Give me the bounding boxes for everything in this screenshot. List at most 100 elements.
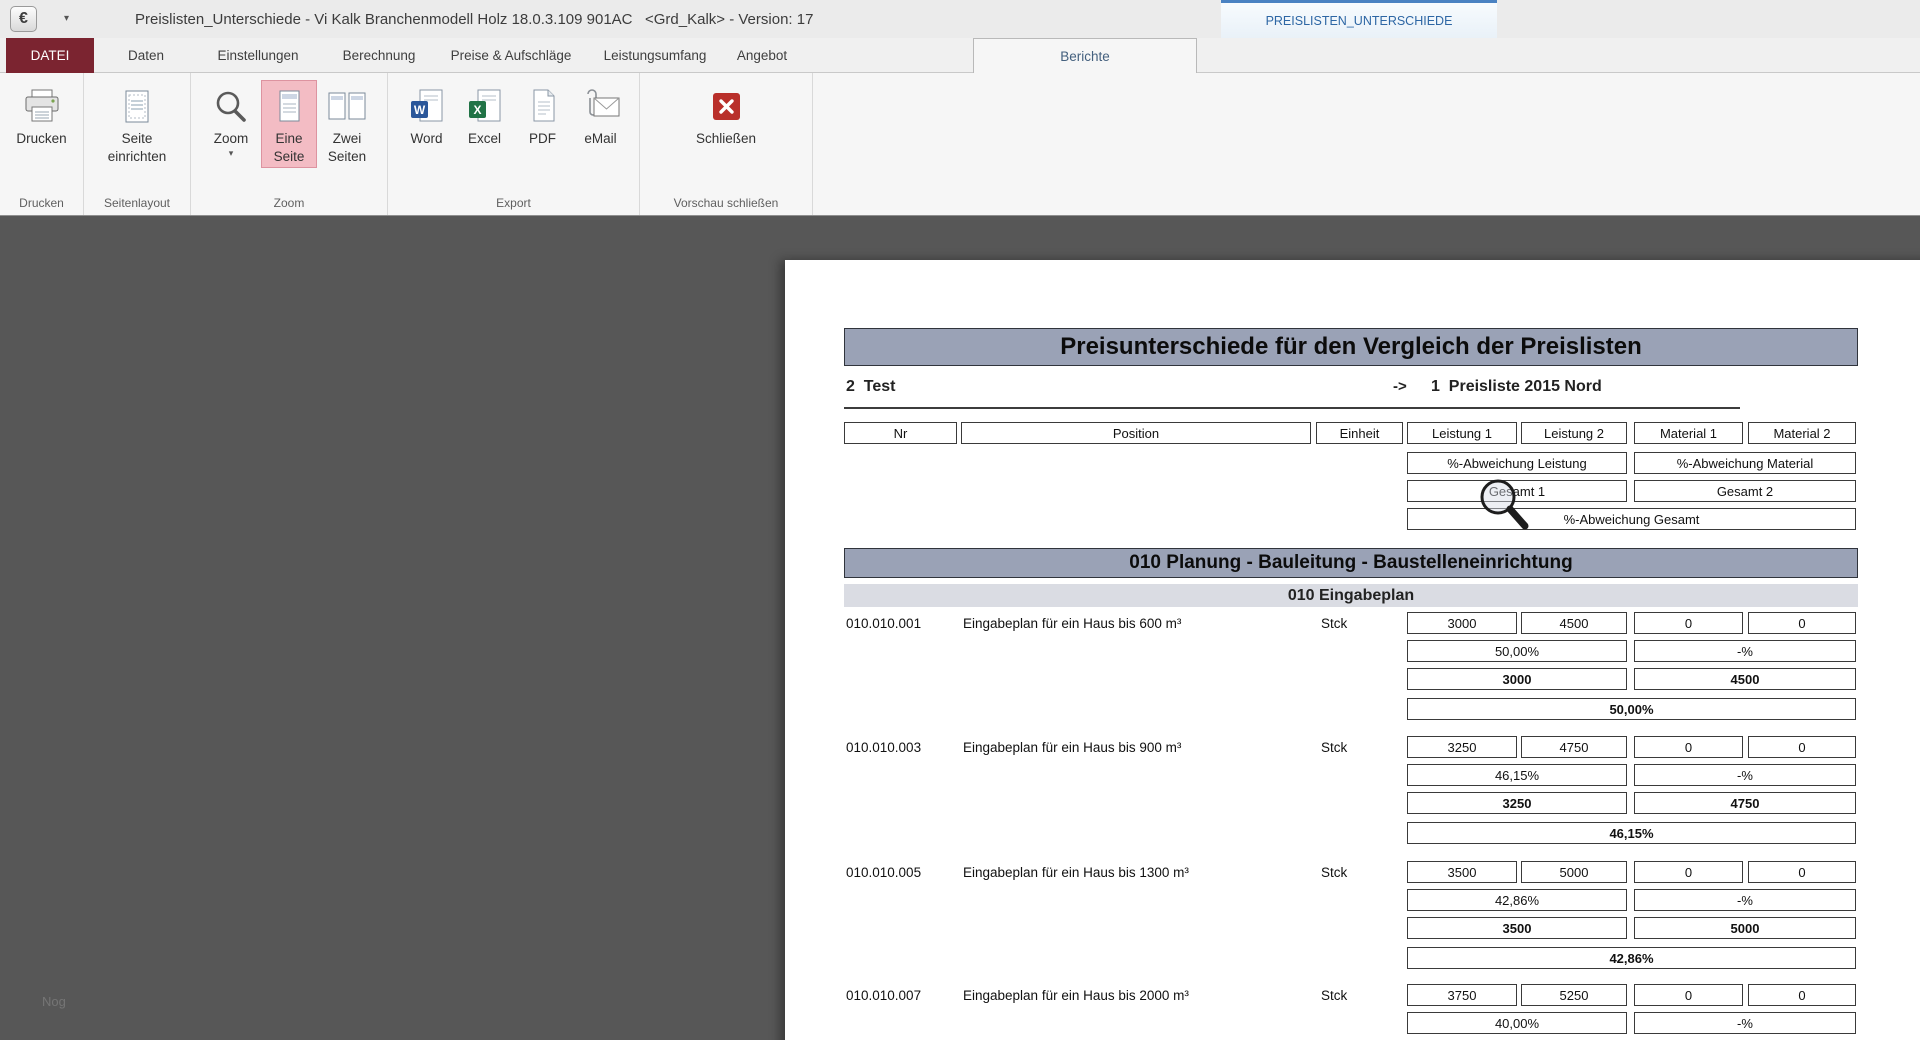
value-cell-abw-gesamt: 46,15% — [1407, 822, 1856, 844]
value-cell-abw-leistung: 42,86% — [1407, 889, 1627, 911]
close-preview-button[interactable]: Schließen — [690, 80, 762, 150]
col-header-material1: Material 1 — [1634, 422, 1743, 444]
one-page-label-line2: Seite — [274, 149, 305, 165]
report-item: 010.010.007 Eingabeplan für ein Haus bis… — [785, 984, 1920, 1040]
zoom-button[interactable]: Zoom ▾ — [203, 80, 259, 161]
value-cell-material1: 0 — [1634, 612, 1743, 634]
ribbon-group-seitenlayout: Seite einrichten Seitenlayout — [84, 73, 191, 215]
compare-target: 1 Preisliste 2015 Nord — [1431, 378, 1602, 396]
item-nr: 010.010.003 — [846, 740, 921, 755]
item-einheit: Stck — [1321, 616, 1347, 631]
ribbon-tab-row: DATEI Daten Einstellungen Berechnung Pre… — [0, 38, 1920, 73]
svg-text:X: X — [473, 103, 481, 117]
col-header-abw-leistung: %-Abweichung Leistung — [1407, 452, 1627, 474]
report-page[interactable]: Preisunterschiede für den Vergleich der … — [785, 260, 1920, 1040]
tab-leistungsumfang[interactable]: Leistungsumfang — [596, 38, 714, 73]
page-setup-button[interactable]: Seite einrichten — [102, 80, 173, 168]
group-label-zoom: Zoom — [274, 191, 305, 215]
col-header-position: Position — [961, 422, 1311, 444]
tab-datei[interactable]: DATEI — [6, 38, 94, 73]
compare-underline — [844, 407, 1740, 409]
one-page-icon — [272, 85, 306, 129]
value-cell-material2: 0 — [1748, 984, 1856, 1006]
page-setup-icon — [118, 85, 156, 129]
item-einheit: Stck — [1321, 988, 1347, 1003]
page-setup-label-line1: Seite — [122, 131, 153, 147]
print-button-label: Drucken — [16, 131, 66, 147]
group-label-vorschau-schliessen: Vorschau schließen — [674, 191, 779, 215]
col-header-leistung1: Leistung 1 — [1407, 422, 1517, 444]
value-cell-abw-leistung: 46,15% — [1407, 764, 1627, 786]
export-excel-label: Excel — [468, 131, 501, 147]
col-header-abw-gesamt: %-Abweichung Gesamt — [1407, 508, 1856, 530]
value-cell-leistung2: 4750 — [1521, 736, 1627, 758]
value-cell-gesamt2: 5000 — [1634, 917, 1856, 939]
export-excel-button[interactable]: X Excel — [457, 80, 513, 150]
window-title: Preislisten_Unterschiede - Vi Kalk Branc… — [135, 0, 813, 38]
value-cell-abw-material: -% — [1634, 889, 1856, 911]
value-cell-leistung1: 3500 — [1407, 861, 1517, 883]
export-pdf-button[interactable]: PDF — [515, 80, 571, 150]
value-cell-gesamt1: 3500 — [1407, 917, 1627, 939]
value-cell-abw-leistung: 40,00% — [1407, 1012, 1627, 1034]
printer-icon — [22, 85, 62, 129]
value-cell-abw-material: -% — [1634, 764, 1856, 786]
zoom-dropdown-caret-icon[interactable]: ▾ — [229, 149, 234, 158]
tab-berechnung[interactable]: Berechnung — [332, 38, 426, 73]
value-cell-material2: 0 — [1748, 612, 1856, 634]
tab-berichte-active[interactable]: Berichte — [973, 38, 1197, 74]
section-header: 010 Planung - Bauleitung - Baustellenein… — [844, 548, 1858, 578]
value-cell-material2: 0 — [1748, 736, 1856, 758]
col-header-material2: Material 2 — [1748, 422, 1856, 444]
watermark-text: Nog — [42, 994, 66, 1009]
zoom-button-label: Zoom — [214, 131, 249, 147]
value-cell-gesamt1: 3000 — [1407, 668, 1627, 690]
tab-preise-aufschlaege[interactable]: Preise & Aufschläge — [436, 38, 586, 73]
value-cell-abw-gesamt: 50,00% — [1407, 698, 1856, 720]
tab-angebot[interactable]: Angebot — [722, 38, 802, 73]
value-cell-leistung1: 3250 — [1407, 736, 1517, 758]
group-label-export: Export — [496, 191, 531, 215]
item-nr: 010.010.005 — [846, 865, 921, 880]
one-page-label-line1: Eine — [275, 131, 302, 147]
col-header-einheit: Einheit — [1316, 422, 1403, 444]
close-icon — [708, 85, 744, 129]
value-cell-leistung1: 3000 — [1407, 612, 1517, 634]
col-header-abw-material: %-Abweichung Material — [1634, 452, 1856, 474]
euro-app-icon[interactable]: € — [10, 6, 37, 32]
quick-access-caret-icon[interactable]: ▾ — [64, 13, 69, 24]
value-cell-material1: 0 — [1634, 984, 1743, 1006]
export-email-label: eMail — [584, 131, 616, 147]
item-position: Eingabeplan für ein Haus bis 900 m³ — [963, 740, 1181, 755]
two-pages-button[interactable]: Zwei Seiten — [319, 80, 375, 168]
value-cell-material2: 0 — [1748, 861, 1856, 883]
close-preview-label: Schließen — [696, 131, 756, 147]
group-label-drucken: Drucken — [19, 191, 64, 215]
word-icon: W — [408, 85, 446, 129]
group-label-seitenlayout: Seitenlayout — [104, 191, 170, 215]
item-position: Eingabeplan für ein Haus bis 600 m³ — [963, 616, 1181, 631]
export-word-label: Word — [410, 131, 442, 147]
pdf-icon — [526, 85, 560, 129]
page-setup-label-line2: einrichten — [108, 149, 167, 165]
value-cell-gesamt2: 4750 — [1634, 792, 1856, 814]
two-pages-label-line1: Zwei — [333, 131, 362, 147]
window-titlebar: € ▾ Preislisten_Unterschiede - Vi Kalk B… — [0, 0, 1920, 38]
export-word-button[interactable]: W Word — [399, 80, 455, 150]
export-email-button[interactable]: eMail — [573, 80, 629, 150]
tab-daten[interactable]: Daten — [108, 38, 184, 73]
report-item: 010.010.003 Eingabeplan für ein Haus bis… — [785, 736, 1920, 848]
item-einheit: Stck — [1321, 865, 1347, 880]
value-cell-gesamt2: 4500 — [1634, 668, 1856, 690]
svg-text:W: W — [413, 103, 425, 117]
value-cell-leistung2: 5000 — [1521, 861, 1627, 883]
value-cell-material1: 0 — [1634, 736, 1743, 758]
report-item: 010.010.005 Eingabeplan für ein Haus bis… — [785, 861, 1920, 973]
subsection-header: 010 Eingabeplan — [844, 584, 1858, 607]
col-header-gesamt2: Gesamt 2 — [1634, 480, 1856, 502]
print-button[interactable]: Drucken — [10, 80, 72, 150]
preview-area[interactable]: Nog Preisunterschiede für den Vergleich … — [0, 216, 1920, 1040]
email-icon — [580, 85, 622, 129]
one-page-button[interactable]: Eine Seite — [261, 80, 317, 168]
tab-einstellungen[interactable]: Einstellungen — [196, 38, 320, 73]
